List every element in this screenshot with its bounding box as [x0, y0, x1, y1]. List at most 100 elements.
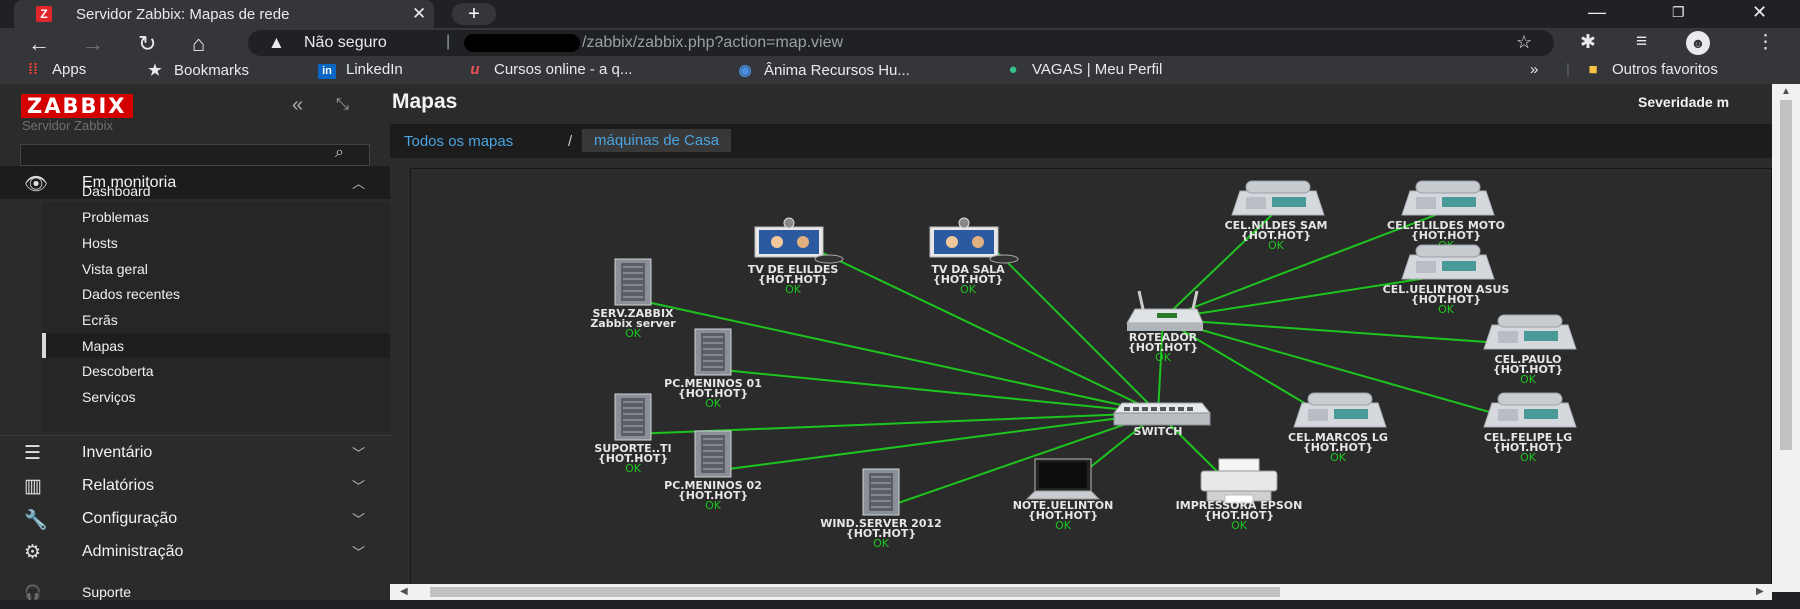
bookmark-star-icon[interactable]: ☆ — [1516, 32, 1532, 53]
collapse-sidebar-icon[interactable]: « — [292, 94, 303, 117]
map-node-pc02[interactable]: PC.MENINOS 02{HOT.HOT}OK — [664, 430, 762, 512]
sidebar-item-servicos[interactable]: Serviços — [42, 384, 390, 409]
bookmarks-bar: ⁞⁞ Apps ★ Bookmarks in LinkedIn u Cursos onl… — [0, 58, 1800, 84]
restore-icon[interactable]: ❐ — [1672, 4, 1685, 21]
bookmark-bookmarks[interactable]: ★ Bookmarks — [146, 61, 249, 79]
browser-tab[interactable]: Z Servidor Zabbix: Mapas de rede ✕ — [14, 0, 434, 28]
extensions-puzzle-icon[interactable]: ✱ — [1580, 31, 1596, 54]
security-status: Não seguro — [304, 34, 387, 51]
phone-icon — [1401, 244, 1495, 280]
bookmark-other[interactable]: ■ Outros favoritos — [1584, 61, 1717, 78]
network-map-canvas[interactable]: SERV.ZABBIXZabbix serverOK TV DE ELILDES{… — [411, 169, 1771, 599]
close-window-icon[interactable]: ✕ — [1752, 2, 1767, 23]
server-name: Servidor Zabbix — [22, 118, 114, 133]
map-node-wind[interactable]: WIND.SERVER 2012{HOT.HOT}OK — [820, 468, 942, 550]
bookmark-apps[interactable]: ⁞⁞ Apps — [24, 61, 86, 78]
home-icon[interactable]: ⌂ — [192, 31, 205, 57]
scroll-left-arrow-icon[interactable]: ◀ — [400, 586, 408, 597]
sidebar-item-vista-geral[interactable]: Vista geral — [42, 256, 390, 281]
map-node-cel_elildes[interactable]: CEL.ELILDES MOTO{HOT.HOT}OK — [1387, 180, 1505, 252]
severity-filter-label[interactable]: Severidade m — [1638, 94, 1729, 110]
forward-arrow-icon[interactable]: → — [82, 31, 104, 57]
zabbix-logo[interactable]: ZABBIX — [21, 94, 133, 118]
map-node-suporte[interactable]: SUPORTE..TI{HOT.HOT}OK — [594, 393, 672, 475]
breadcrumb-all-maps[interactable]: Todos os mapas — [404, 133, 513, 150]
bar-chart-icon: ▥ — [24, 476, 42, 497]
menu-label: Inventário — [82, 444, 153, 461]
bookmark-label: VAGAS | Meu Perfil — [1032, 61, 1163, 78]
sidebar-item-dashboard[interactable]: Dashboard — [42, 178, 390, 203]
sidebar-search-input[interactable] — [20, 144, 370, 166]
sidebar-item-label: Vista geral — [82, 261, 148, 277]
sidebar-item-mapas[interactable]: Mapas — [42, 333, 390, 358]
sidebar-item-label: Mapas — [82, 338, 125, 354]
map-node-tv_elildes[interactable]: TV DE ELILDES{HOT.HOT}OK — [748, 217, 844, 296]
sidebar-item-dados-recentes[interactable]: Dados recentes — [42, 281, 390, 306]
map-node-status: OK — [1231, 519, 1248, 532]
reload-icon[interactable]: ↻ — [138, 31, 156, 57]
menu-administracao[interactable]: ⚙ Administração ﹀ — [0, 535, 390, 568]
sidebar-item-ecras[interactable]: Ecrãs — [42, 307, 390, 332]
chevron-down-icon: ﹀ — [352, 512, 366, 527]
back-arrow-icon[interactable]: ← — [28, 31, 50, 57]
bookmark-cursos[interactable]: u Cursos online - a q... — [466, 61, 632, 78]
map-node-pc01[interactable]: PC.MENINOS 01{HOT.HOT}OK — [664, 328, 762, 410]
menu-configuracao[interactable]: 🔧 Configuração ﹀ — [0, 502, 390, 535]
scroll-up-arrow-icon[interactable]: ▲ — [1781, 86, 1791, 97]
minimize-icon[interactable]: — — [1588, 2, 1606, 23]
map-node-cel_paulo[interactable]: CEL.PAULO{HOT.HOT}OK — [1483, 314, 1577, 386]
breadcrumb-current-map[interactable]: máquinas de Casa — [582, 129, 732, 152]
menu-relatorios[interactable]: ▥ Relatórios ﹀ — [0, 469, 390, 502]
bookmark-label: Ânima Recursos Hu... — [764, 62, 910, 79]
phone-icon — [1483, 314, 1577, 350]
media-queue-icon[interactable]: ≡ — [1636, 31, 1647, 53]
new-tab-plus-icon[interactable]: + — [452, 3, 496, 25]
tab-strip: Z Servidor Zabbix: Mapas de rede ✕ + — ❐… — [0, 0, 1800, 28]
map-node-cel_nildes[interactable]: CEL.NILDES SAM{HOT.HOT}OK — [1225, 180, 1328, 252]
bookmark-anima[interactable]: ◉ Ânima Recursos Hu... — [736, 61, 910, 79]
sidebar-item-problemas[interactable]: Problemas — [42, 204, 390, 229]
map-node-status: OK — [1268, 239, 1285, 252]
vertical-scroll-thumb[interactable] — [1780, 100, 1792, 450]
menu-label: Suporte — [82, 584, 132, 600]
tv-icon — [754, 217, 844, 264]
sidebar-item-label: Dados recentes — [82, 286, 181, 302]
map-node-cel_marcos[interactable]: CEL.MARCOS LG{HOT.HOT}OK — [1288, 392, 1388, 464]
map-node-status: OK — [1155, 351, 1172, 364]
folder-icon: ■ — [1588, 61, 1598, 78]
compact-view-icon[interactable]: ⤡ — [336, 96, 349, 114]
router-icon — [1126, 290, 1204, 331]
bookmark-vagas[interactable]: ● VAGAS | Meu Perfil — [1004, 61, 1162, 78]
server-icon — [614, 393, 652, 441]
menu-kebab-icon[interactable]: ⋮ — [1756, 31, 1775, 54]
bookmark-label: Cursos online - a q... — [494, 61, 633, 78]
map-node-note[interactable]: NOTE.UELINTON{HOT.HOT}OK — [1013, 458, 1114, 532]
map-node-status: OK — [705, 397, 722, 410]
map-node-status: OK — [1520, 451, 1537, 464]
scroll-right-arrow-icon[interactable]: ▶ — [1756, 586, 1764, 597]
menu-suporte[interactable]: 🎧 Suporte — [0, 576, 390, 609]
map-node-tv_sala[interactable]: TV DA SALA{HOT.HOT}OK — [929, 217, 1019, 296]
horizontal-scrollbar[interactable]: ◀ ▶ — [390, 584, 1772, 600]
network-map[interactable]: SERV.ZABBIX Zabbix server OK TV DE ELILDES{… — [410, 168, 1772, 600]
map-node-serv[interactable]: SERV.ZABBIXZabbix serverOK — [590, 258, 676, 340]
star-icon: ★ — [148, 62, 162, 79]
map-node-switch[interactable]: SWITCH — [1112, 402, 1212, 438]
map-node-roteador[interactable]: ROTEADOR{HOT.HOT}OK — [1126, 290, 1204, 364]
map-node-impressora[interactable]: IMPRESSORA EPSON{HOT.HOT}OK — [1176, 458, 1303, 532]
menu-inventario[interactable]: ☰ Inventário ﹀ — [0, 436, 390, 469]
map-node-cel_felipe[interactable]: CEL.FELIPE LG{HOT.HOT}OK — [1483, 392, 1577, 464]
tab-close-icon[interactable]: ✕ — [412, 4, 426, 24]
bookmark-linkedin[interactable]: in LinkedIn — [318, 61, 403, 79]
sidebar-item-hosts[interactable]: Hosts — [42, 230, 390, 255]
profile-avatar-icon[interactable]: ☻ — [1686, 31, 1710, 55]
search-icon[interactable]: ⌕ — [335, 144, 344, 162]
vertical-scrollbar[interactable]: ▲ — [1772, 84, 1800, 592]
sidebar-item-descoberta[interactable]: Descoberta — [42, 358, 390, 383]
page-title: Mapas — [392, 90, 458, 113]
address-bar[interactable]: ▲ Não seguro | /zabbix/zabbix.php?action… — [248, 30, 1554, 56]
bookmarks-overflow-icon[interactable]: » — [1530, 61, 1538, 78]
map-link-roteador-cel_uelinton — [1162, 274, 1447, 320]
horizontal-scroll-thumb[interactable] — [430, 587, 1280, 597]
map-node-cel_uelinton[interactable]: CEL.UELINTON ASUS{HOT.HOT}OK — [1383, 244, 1510, 316]
